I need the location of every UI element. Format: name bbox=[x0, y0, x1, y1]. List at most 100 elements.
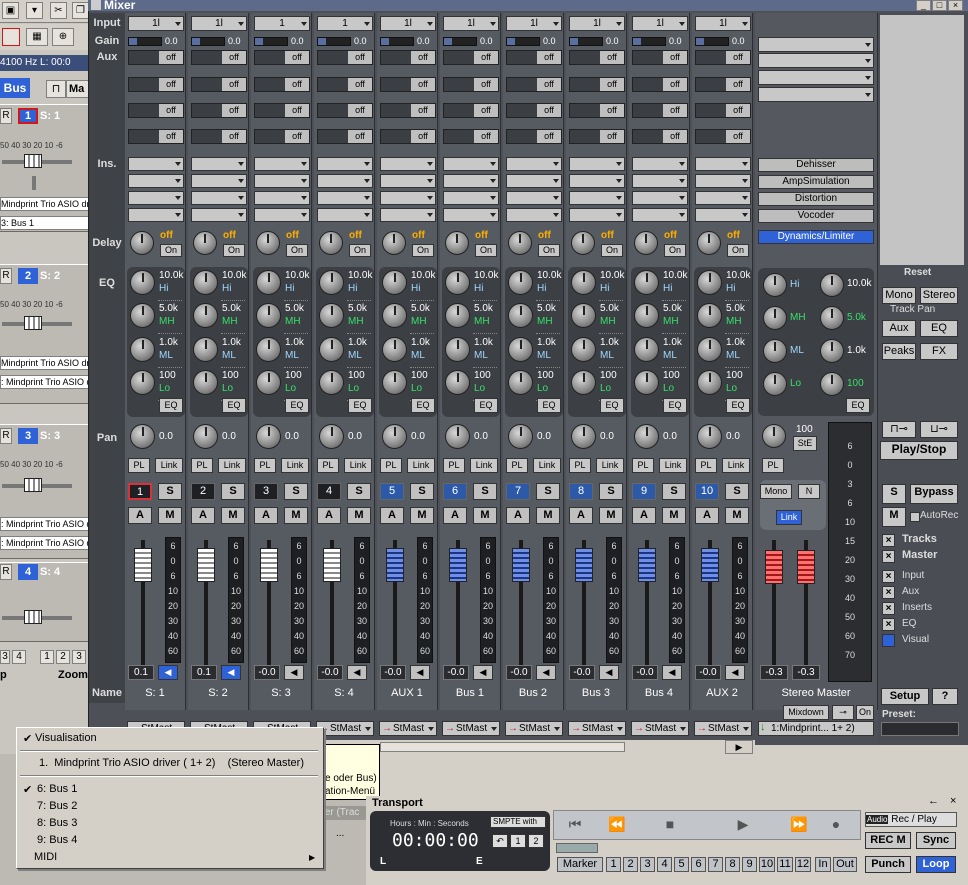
insert-dropdown[interactable] bbox=[443, 157, 499, 171]
volume-fader[interactable] bbox=[323, 548, 341, 582]
aux-off-button[interactable]: off bbox=[663, 78, 687, 91]
setup-button[interactable]: Setup bbox=[881, 688, 929, 705]
eq-ml-knob[interactable] bbox=[382, 337, 407, 362]
loop-back-icon[interactable]: ↶ bbox=[492, 834, 508, 848]
speaker-icon[interactable]: ◀ bbox=[536, 665, 556, 680]
aux-off-button[interactable]: off bbox=[726, 130, 750, 143]
reset-peaks-button[interactable]: Peaks bbox=[882, 343, 916, 360]
channel-number-button[interactable]: 6 bbox=[443, 483, 467, 500]
aux-off-button[interactable]: off bbox=[726, 51, 750, 64]
rec-play-dropdown[interactable]: Audio Rec / Play bbox=[865, 812, 957, 827]
volume-fader[interactable] bbox=[197, 548, 215, 582]
delay-knob[interactable] bbox=[508, 231, 532, 255]
aux-send[interactable]: off bbox=[254, 50, 310, 65]
aux-off-button[interactable]: off bbox=[222, 78, 246, 91]
insert-dropdown[interactable] bbox=[128, 157, 184, 171]
aux-send[interactable]: off bbox=[128, 50, 184, 65]
marker-button[interactable]: Marker bbox=[557, 857, 603, 872]
rewind-start-icon[interactable]: ⏮ bbox=[560, 816, 590, 834]
record-button[interactable]: R bbox=[0, 108, 12, 124]
channel-number-button[interactable]: 3 bbox=[254, 483, 278, 500]
link-button[interactable]: Link bbox=[533, 458, 561, 473]
solo-button[interactable]: S bbox=[536, 483, 560, 500]
aux-off-button[interactable]: off bbox=[159, 130, 183, 143]
solo-button[interactable]: S bbox=[725, 483, 749, 500]
mute-button[interactable]: M bbox=[221, 507, 245, 524]
output-dropdown[interactable]: StMast bbox=[316, 721, 374, 736]
volume-fader[interactable] bbox=[134, 548, 152, 582]
output-dropdown[interactable]: StMast bbox=[442, 721, 500, 736]
master-eq-lo-gain-knob[interactable] bbox=[763, 372, 787, 396]
record-button[interactable]: R bbox=[0, 564, 12, 580]
master-n-button[interactable]: N bbox=[798, 484, 820, 499]
pl-button[interactable]: PL bbox=[254, 458, 276, 473]
loop-1-button[interactable]: 1 bbox=[510, 834, 526, 848]
link-button[interactable]: Link bbox=[722, 458, 750, 473]
input-dropdown[interactable]: 1l bbox=[695, 16, 751, 31]
zoom-num-button[interactable]: 3 bbox=[72, 650, 86, 664]
gain-slider[interactable] bbox=[695, 37, 729, 46]
preset-field[interactable] bbox=[881, 722, 959, 736]
output-dropdown[interactable]: StMast bbox=[568, 721, 626, 736]
aux-off-button[interactable]: off bbox=[159, 78, 183, 91]
menu-item-visualisation[interactable]: Visualisation bbox=[35, 732, 97, 744]
aux-send[interactable]: off bbox=[191, 50, 247, 65]
gain-slider[interactable] bbox=[317, 37, 351, 46]
aux-off-button[interactable]: off bbox=[474, 130, 498, 143]
eq-toggle[interactable]: × bbox=[882, 618, 895, 631]
eq-button[interactable]: EQ bbox=[411, 398, 435, 413]
eq-lo-knob[interactable] bbox=[445, 370, 470, 395]
aux-send[interactable]: off bbox=[506, 77, 562, 92]
solo-button[interactable]: S bbox=[662, 483, 686, 500]
aux-off-button[interactable]: off bbox=[600, 130, 624, 143]
link-button[interactable]: Link bbox=[470, 458, 498, 473]
fx-ampsimulation-button[interactable]: AmpSimulation bbox=[758, 175, 874, 189]
aux-off-button[interactable]: off bbox=[726, 78, 750, 91]
channel-number-button[interactable]: 8 bbox=[569, 483, 593, 500]
speaker-icon[interactable]: ◀ bbox=[725, 665, 745, 680]
arm-button[interactable]: A bbox=[254, 507, 278, 524]
pan-knob[interactable] bbox=[445, 424, 470, 449]
aux-off-button[interactable]: off bbox=[222, 130, 246, 143]
aux-send[interactable]: off bbox=[695, 103, 751, 118]
aux-send[interactable]: off bbox=[254, 129, 310, 144]
insert-dropdown[interactable] bbox=[632, 191, 688, 205]
eq-hi-knob[interactable] bbox=[130, 270, 155, 295]
aux-off-button[interactable]: off bbox=[411, 78, 435, 91]
eq-ml-knob[interactable] bbox=[130, 337, 155, 362]
aux-off-button[interactable]: off bbox=[285, 51, 309, 64]
insert-dropdown[interactable] bbox=[191, 191, 247, 205]
aux-send[interactable]: off bbox=[569, 129, 625, 144]
arm-button[interactable]: A bbox=[569, 507, 593, 524]
arm-button[interactable]: A bbox=[191, 507, 215, 524]
fx-dynamics-limiter-button[interactable]: Dynamics/Limiter bbox=[758, 230, 874, 244]
insert-dropdown[interactable] bbox=[254, 191, 310, 205]
input-dropdown[interactable]: 1 bbox=[254, 16, 310, 31]
master-aux-dropdown[interactable] bbox=[758, 87, 874, 102]
mute-button[interactable]: M bbox=[347, 507, 371, 524]
eq-mh-knob[interactable] bbox=[382, 303, 407, 328]
pan-knob[interactable] bbox=[256, 424, 281, 449]
aux-send[interactable]: off bbox=[254, 77, 310, 92]
aux-send[interactable]: off bbox=[128, 77, 184, 92]
delay-knob[interactable] bbox=[319, 231, 343, 255]
aux-off-button[interactable]: off bbox=[285, 130, 309, 143]
aux-send[interactable]: off bbox=[569, 77, 625, 92]
eq-hi-knob[interactable] bbox=[697, 270, 722, 295]
gain-slider[interactable] bbox=[380, 37, 414, 46]
eq-ml-knob[interactable] bbox=[634, 337, 659, 362]
insert-dropdown[interactable] bbox=[506, 191, 562, 205]
aux-off-button[interactable]: off bbox=[600, 78, 624, 91]
eq-button[interactable]: EQ bbox=[285, 398, 309, 413]
menu-item-stereo-master[interactable]: 1. Mindprint Trio ASIO driver ( 1+ 2) (S… bbox=[39, 757, 304, 769]
aux-send[interactable]: off bbox=[632, 129, 688, 144]
loop-button[interactable]: Loop bbox=[916, 856, 956, 873]
channel-number-button[interactable]: 2 bbox=[191, 483, 215, 500]
eq-button[interactable]: EQ bbox=[726, 398, 750, 413]
pan-knob[interactable] bbox=[193, 424, 218, 449]
insert-dropdown[interactable] bbox=[191, 157, 247, 171]
aux-send[interactable]: off bbox=[191, 77, 247, 92]
scrollbar-thumb[interactable] bbox=[380, 742, 625, 752]
aux-send[interactable]: off bbox=[695, 50, 751, 65]
delay-knob[interactable] bbox=[193, 231, 217, 255]
